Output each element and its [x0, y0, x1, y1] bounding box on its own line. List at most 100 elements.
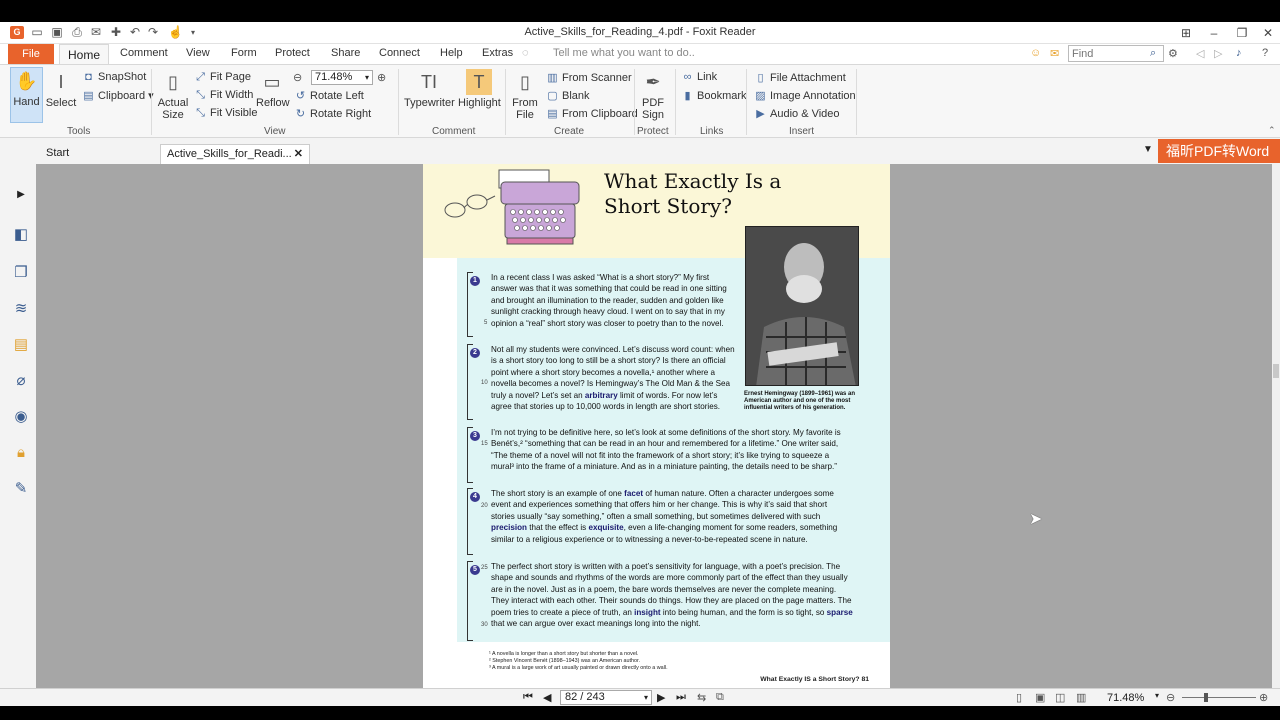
bookmark-button[interactable]: ▮ Bookmark	[681, 89, 746, 102]
minimize-button[interactable]: –	[1200, 24, 1228, 42]
tab-home[interactable]: Home	[59, 44, 109, 65]
previous-result-icon[interactable]: ◁	[1196, 47, 1204, 60]
pdf-to-word-promo[interactable]: 福昕PDF转Word	[1158, 139, 1280, 163]
actual-size-label-1: Actual	[157, 97, 189, 109]
snapshot-button[interactable]: ◘ SnapShot	[82, 71, 146, 83]
zoom-input[interactable]: 71.48% ▾	[311, 70, 373, 85]
fit-page-button[interactable]: ⤢ Fit Page	[194, 71, 251, 84]
create-pdf-icon[interactable]: ✚	[109, 26, 123, 39]
help-icon[interactable]: ?	[1262, 47, 1268, 59]
search-panel-icon[interactable]: ✎	[12, 480, 30, 498]
highlight-button[interactable]: T Highlight	[458, 69, 501, 109]
search-icon[interactable]: ⌕	[1150, 47, 1156, 60]
vertical-scrollbar[interactable]	[1272, 164, 1280, 688]
file-menu[interactable]: File	[8, 44, 54, 64]
image-annotation-button[interactable]: ▨ Image Annotation	[754, 89, 856, 102]
rotate-left-button[interactable]: ↺ Rotate Left	[294, 89, 364, 102]
from-scanner-button[interactable]: ▥ From Scanner	[546, 71, 631, 84]
expand-panel-icon[interactable]: ▶	[12, 186, 30, 204]
close-tab-icon[interactable]: ✕	[294, 145, 303, 163]
tab-extras[interactable]: Extras	[482, 47, 513, 59]
tab-start[interactable]: Start	[40, 144, 158, 164]
pages-panel-icon[interactable]: ❐	[12, 264, 30, 282]
close-button[interactable]: ✕	[1254, 24, 1280, 42]
actual-size-button[interactable]: ▯ Actual Size	[157, 69, 189, 121]
signatures-panel-icon[interactable]: ◉	[12, 408, 30, 426]
from-clipboard-button[interactable]: ▤ From Clipboard	[546, 107, 638, 120]
audio-video-button[interactable]: ▶ Audio & Video	[754, 107, 839, 120]
undo-icon[interactable]: ↶	[128, 26, 142, 39]
tab-view[interactable]: View	[186, 47, 210, 59]
facing-page-icon[interactable]: ◫	[1055, 691, 1065, 704]
next-page-icon[interactable]: ▶	[657, 691, 665, 704]
zoom-out-icon[interactable]: ⊖	[293, 71, 302, 84]
redo-icon[interactable]: ↷	[146, 26, 160, 39]
bookmarks-panel-icon[interactable]: ◧	[12, 226, 30, 244]
smiley-icon[interactable]: ☺	[1030, 47, 1041, 59]
print-icon[interactable]: ⎙	[70, 26, 84, 39]
tab-form[interactable]: Form	[231, 47, 257, 59]
tell-me-search[interactable]: Tell me what you want to do..	[553, 47, 695, 59]
first-page-icon[interactable]: ⏮	[523, 691, 533, 704]
status-zoom-out-icon[interactable]: ⊖	[1166, 691, 1175, 704]
image-annotation-label: Image Annotation	[770, 90, 856, 102]
zoom-in-icon[interactable]: ⊕	[377, 71, 386, 84]
select-tool-button[interactable]: I Select	[45, 69, 77, 109]
zoom-menu-dropdown-icon[interactable]: ▾	[1155, 691, 1159, 700]
last-page-icon[interactable]: ⏭	[676, 691, 686, 704]
next-view-icon[interactable]: ⧉	[716, 691, 724, 704]
collapse-ribbon-icon[interactable]: ⌃	[1268, 125, 1276, 136]
security-lock-icon[interactable]: 🔒︎	[12, 444, 30, 462]
hand-quick-icon[interactable]: ☝	[168, 26, 183, 39]
tab-active-document[interactable]: Active_Skills_for_Readi... ✕	[160, 144, 310, 164]
settings-gear-icon[interactable]: ⚙	[1168, 47, 1178, 60]
continuous-facing-icon[interactable]: ▥	[1076, 691, 1086, 704]
restore-button[interactable]: ❐	[1228, 24, 1256, 42]
zoom-slider-track[interactable]	[1182, 697, 1256, 698]
open-folder-icon[interactable]: ▭	[30, 26, 44, 39]
tab-protect[interactable]: Protect	[275, 47, 310, 59]
tab-comment[interactable]: Comment	[120, 47, 168, 59]
zoom-slider-thumb[interactable]	[1204, 693, 1208, 702]
hand-tool-button[interactable]: ✋ Hand	[10, 67, 43, 123]
mouse-cursor-icon: ➤	[1029, 511, 1043, 528]
layers-panel-icon[interactable]: ≋	[12, 300, 30, 318]
layout-icon[interactable]: ⊞	[1172, 24, 1200, 42]
previous-page-icon[interactable]: ◀	[543, 691, 551, 704]
blank-button[interactable]: ▢ Blank	[546, 89, 589, 102]
foxit-logo-icon[interactable]: G	[10, 26, 24, 39]
typewriter-button[interactable]: TI Typewriter	[404, 69, 455, 109]
attachments-panel-icon[interactable]: ⌀	[12, 372, 30, 390]
page-footer: What Exactly IS a Short Story? 81	[760, 676, 869, 683]
single-page-icon[interactable]: ▯	[1016, 691, 1022, 704]
status-zoom-in-icon[interactable]: ⊕	[1259, 691, 1268, 704]
hemingway-photo	[745, 226, 859, 386]
next-result-icon[interactable]: ▷	[1214, 47, 1222, 60]
document-viewport[interactable]: What Exactly Is a Short Story? Ernest He…	[36, 164, 1272, 688]
comments-panel-icon[interactable]: ▤	[12, 336, 30, 354]
previous-view-icon[interactable]: ⇆	[697, 691, 706, 704]
skin-icon[interactable]: ✉	[1050, 47, 1059, 60]
save-icon[interactable]: ▣	[50, 26, 64, 39]
rotate-right-button[interactable]: ↻ Rotate Right	[294, 107, 371, 120]
customize-dropdown-icon[interactable]: ▾	[186, 26, 200, 39]
tab-connect[interactable]: Connect	[379, 47, 420, 59]
email-icon[interactable]: ✉	[89, 26, 103, 39]
tab-share[interactable]: Share	[331, 47, 360, 59]
fit-visible-button[interactable]: ⤡ Fit Visible	[194, 107, 257, 120]
clipboard-button[interactable]: ▤ Clipboard ▾	[82, 89, 153, 102]
page-number-input[interactable]: 82 / 243 ▾	[560, 690, 652, 705]
reflow-button[interactable]: ▭ Reflow	[256, 69, 290, 109]
pdf-sign-button[interactable]: ✒ PDF Sign	[640, 69, 666, 121]
from-file-button[interactable]: ▯ From File	[511, 69, 539, 121]
link-button[interactable]: ∞ Link	[681, 71, 718, 83]
file-attachment-button[interactable]: ▯ File Attachment	[754, 71, 845, 84]
continuous-page-icon[interactable]: ▣	[1035, 691, 1045, 704]
tab-list-dropdown-icon[interactable]: ▼	[1143, 144, 1153, 155]
scrollbar-thumb[interactable]	[1273, 364, 1279, 378]
vocab-insight: insight	[634, 607, 661, 617]
status-zoom-level[interactable]: 71.48%	[1107, 692, 1144, 704]
notification-bell-icon[interactable]: ♪	[1236, 47, 1242, 59]
tab-help[interactable]: Help	[440, 47, 463, 59]
fit-width-button[interactable]: ⤡ Fit Width	[194, 89, 253, 102]
